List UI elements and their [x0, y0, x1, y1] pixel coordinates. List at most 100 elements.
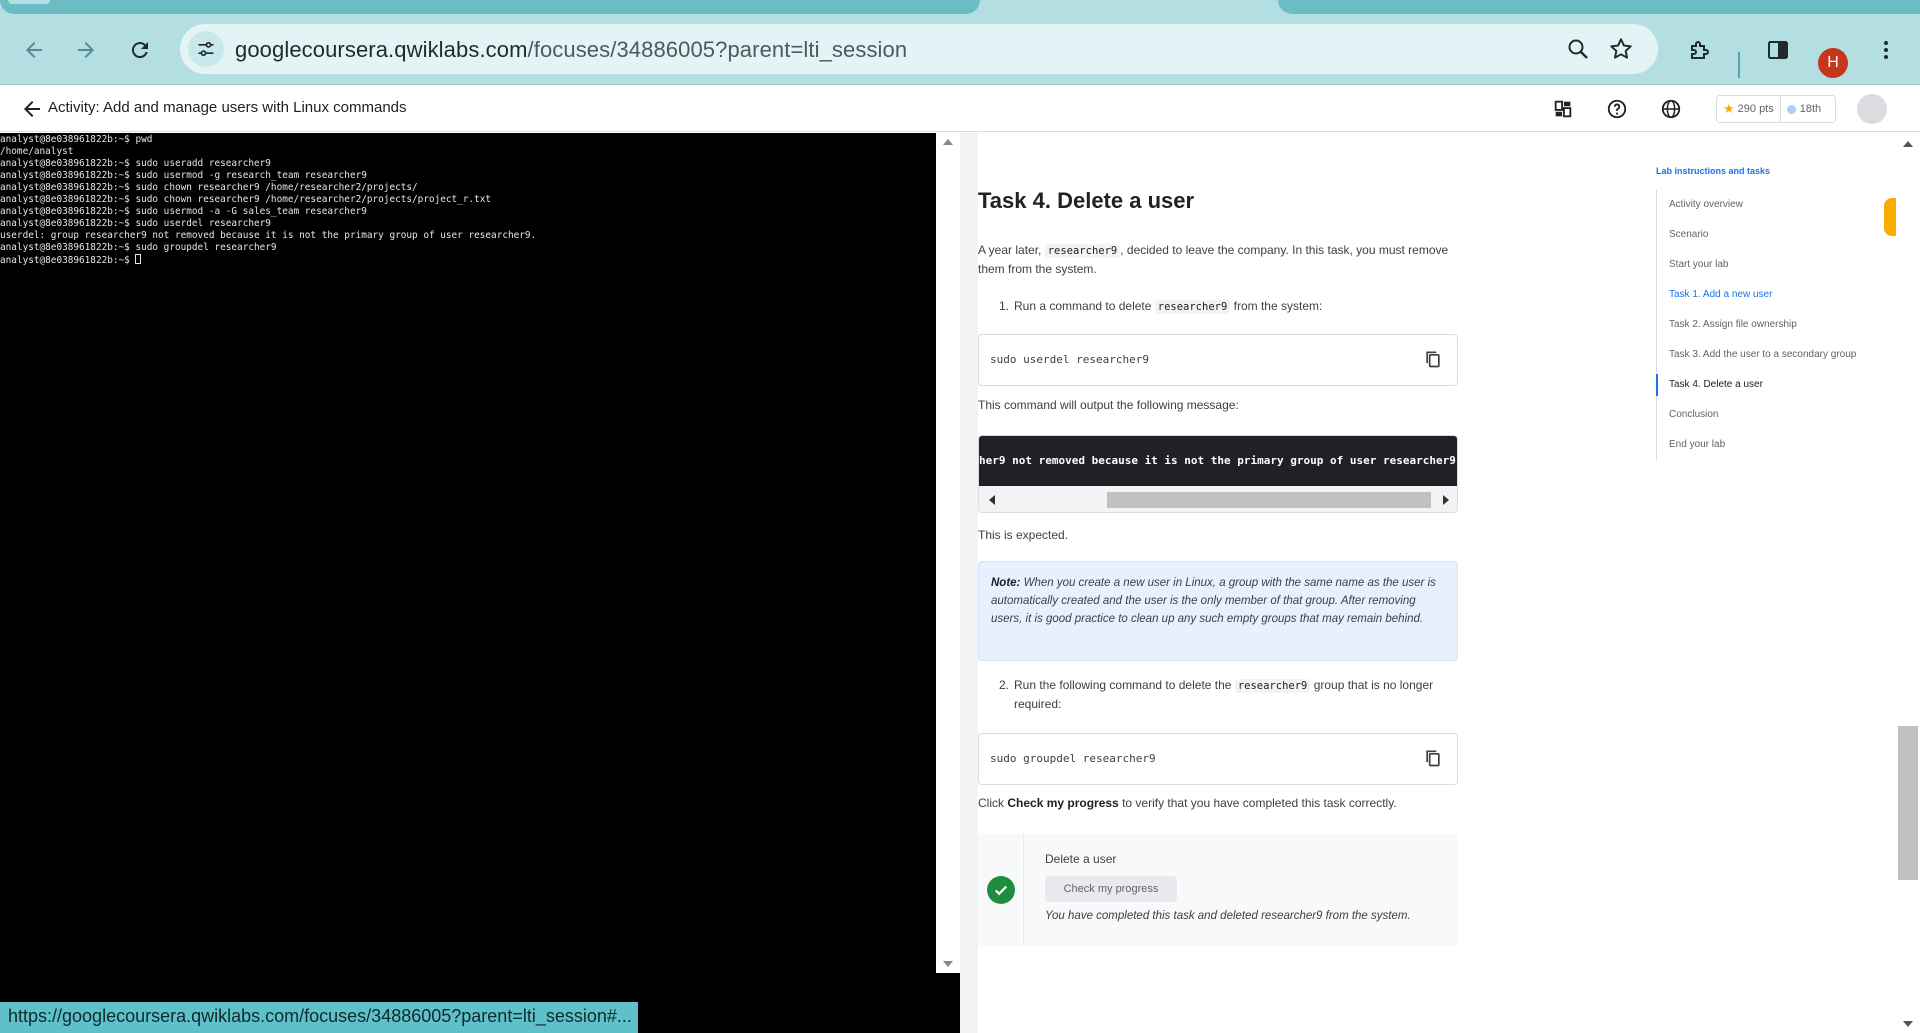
scroll-down-arrow-icon[interactable] [1903, 1021, 1913, 1027]
terminal-line: analyst@8e038961822b:~$ sudo usermod -a … [0, 206, 367, 217]
step-2-text-a: Run the following command to delete the [1014, 678, 1235, 692]
step-1-text-a: Run a command to delete [1014, 299, 1155, 313]
terminal-prompt: analyst@8e038961822b:~$ [0, 255, 136, 266]
points-value: 290 pts [1737, 103, 1774, 115]
scroll-down-arrow-icon[interactable] [943, 961, 953, 967]
note-callout: Note: When you create a new user in Linu… [978, 561, 1458, 661]
terminal-line: analyst@8e038961822b:~$ sudo userdel res… [0, 218, 271, 229]
toc-item[interactable]: Task 2. Assign file ownership [1657, 310, 1876, 340]
user-avatar[interactable] [1857, 94, 1887, 124]
score-badge[interactable]: ★ 290 pts 18th [1716, 95, 1836, 123]
rank-icon [1786, 104, 1796, 114]
terminal-line: analyst@8e038961822b:~$ sudo usermod -g … [0, 170, 367, 181]
scroll-up-arrow-icon[interactable] [943, 139, 953, 145]
expected-text: This is expected. [978, 528, 1069, 542]
check-text-bold: Check my progress [1007, 796, 1119, 810]
terminal-line: analyst@8e038961822b:~$ sudo chown resea… [0, 182, 418, 193]
intro-text-a: A year later, [978, 243, 1045, 257]
toc-item[interactable]: End your lab [1657, 430, 1876, 460]
zoom-icon[interactable] [1566, 37, 1590, 61]
command-block-userdel[interactable]: sudo userdel researcher9 [978, 334, 1458, 386]
more-vert-icon [1884, 41, 1888, 59]
toc-item[interactable]: Activity overview [1657, 190, 1876, 220]
check-instruction: Click Check my progress to verify that y… [978, 794, 1397, 812]
terminal-line: analyst@8e038961822b:~$ sudo chown resea… [0, 194, 492, 205]
check-text-a: Click [978, 796, 1008, 810]
rank-value: 18th [1799, 103, 1822, 115]
rank-segment: 18th [1779, 96, 1827, 122]
terminal[interactable]: analyst@8e038961822b:~$ pwd /home/analys… [0, 133, 936, 973]
terminal-line: analyst@8e038961822b:~$ sudo groupdel re… [0, 242, 277, 253]
url-host: googlecoursera.qwiklabs.com [235, 37, 528, 62]
terminal-history: analyst@8e038961822b:~$ pwd /home/analys… [0, 134, 536, 253]
browser-tab-active[interactable] [0, 0, 980, 14]
output-text: her9 not removed because it is not the p… [979, 454, 1458, 467]
output-horizontal-scrollbar[interactable] [979, 486, 1457, 512]
step-1: 1. Run a command to delete researcher9 fr… [999, 297, 1454, 316]
toc-item[interactable]: Task 4. Delete a user [1656, 370, 1876, 400]
toc-item[interactable]: Scenario [1657, 220, 1876, 250]
step-1-number: 1. [999, 299, 1010, 313]
side-panel-icon [1768, 41, 1788, 59]
scroll-thumb[interactable] [1898, 726, 1918, 880]
toc-item[interactable]: Start your lab [1657, 250, 1876, 280]
extensions-button[interactable] [1680, 30, 1720, 70]
toc-list: Activity overview Scenario Start your lab T… [1656, 190, 1876, 460]
toolbar-divider [1738, 52, 1740, 78]
toc-item[interactable]: Task 3. Add the user to a secondary grou… [1657, 340, 1876, 370]
back-button[interactable] [14, 30, 54, 70]
toc-item[interactable]: Task 1. Add a new user [1657, 280, 1876, 310]
command-groupdel: sudo groupdel researcher9 [990, 752, 1156, 765]
scroll-left-arrow-icon[interactable] [989, 495, 995, 505]
page-header: Activity: Add and manage users with Linu… [0, 86, 1920, 132]
terminal-output: analyst@8e038961822b:~$ pwd /home/analys… [0, 133, 936, 267]
back-arrow-icon[interactable] [20, 97, 44, 121]
output-intro: This command will output the following m… [978, 398, 1239, 412]
site-info-button[interactable] [188, 31, 224, 67]
browser-menu-button[interactable] [1866, 30, 1906, 70]
intro-code: researcher9 [1044, 244, 1121, 258]
terminal-line: analyst@8e038961822b:~$ sudo useradd res… [0, 158, 271, 169]
terminal-scrollbar[interactable] [936, 133, 960, 973]
address-bar[interactable]: googlecoursera.qwiklabs.com/focuses/3488… [180, 24, 1658, 74]
help-icon[interactable] [1606, 98, 1628, 120]
profile-avatar[interactable]: H [1818, 48, 1848, 78]
scroll-right-arrow-icon[interactable] [1443, 495, 1449, 505]
scroll-thumb[interactable] [1107, 492, 1431, 508]
note-label: Note: [991, 577, 1021, 589]
toc-heading[interactable]: Lab instructions and tasks [1656, 166, 1876, 176]
output-block[interactable]: her9 not removed because it is not the p… [978, 435, 1458, 513]
terminal-line: userdel: group researcher9 not removed b… [0, 230, 537, 241]
reload-icon [131, 42, 148, 59]
tune-icon [198, 41, 214, 57]
step-2-number: 2. [999, 678, 1010, 692]
copy-icon[interactable] [1423, 349, 1443, 369]
toc-item[interactable]: Conclusion [1657, 400, 1876, 430]
side-panel-button[interactable] [1758, 30, 1798, 70]
bookmark-star-icon[interactable] [1608, 36, 1634, 62]
page-scrollbar[interactable] [1896, 133, 1920, 1033]
browser-tab[interactable] [1278, 0, 1920, 14]
dashboard-icon[interactable] [1552, 98, 1574, 120]
page-title: Activity: Add and manage users with Linu… [48, 99, 407, 116]
scroll-up-arrow-icon[interactable] [1903, 141, 1913, 147]
url-path: /focuses/34886005?parent=lti_session [527, 37, 908, 62]
arrow-right-icon [78, 42, 94, 58]
task-heading: Task 4. Delete a user [978, 188, 1195, 213]
tab-strip [0, 0, 1920, 14]
progress-task-name: Delete a user [1045, 852, 1117, 866]
command-block-groupdel[interactable]: sudo groupdel researcher9 [978, 733, 1458, 785]
step-1-code: researcher9 [1154, 300, 1231, 314]
forward-button[interactable] [66, 30, 106, 70]
check-text-b: to verify that you have completed this t… [1118, 796, 1397, 810]
star-icon: ★ [1723, 101, 1735, 116]
language-globe-icon[interactable] [1660, 98, 1682, 120]
url-text[interactable]: googlecoursera.qwiklabs.com/focuses/3488… [235, 37, 907, 63]
step-2-code: researcher9 [1234, 679, 1311, 693]
puzzle-icon [1691, 41, 1709, 59]
copy-icon[interactable] [1423, 748, 1443, 768]
reload-button[interactable] [120, 30, 160, 70]
status-bar-url: https://googlecoursera.qwiklabs.com/focu… [0, 1002, 638, 1033]
check-my-progress-button[interactable]: Check my progress [1045, 876, 1177, 902]
progress-check-card: Delete a user Check my progress You have… [978, 834, 1458, 946]
